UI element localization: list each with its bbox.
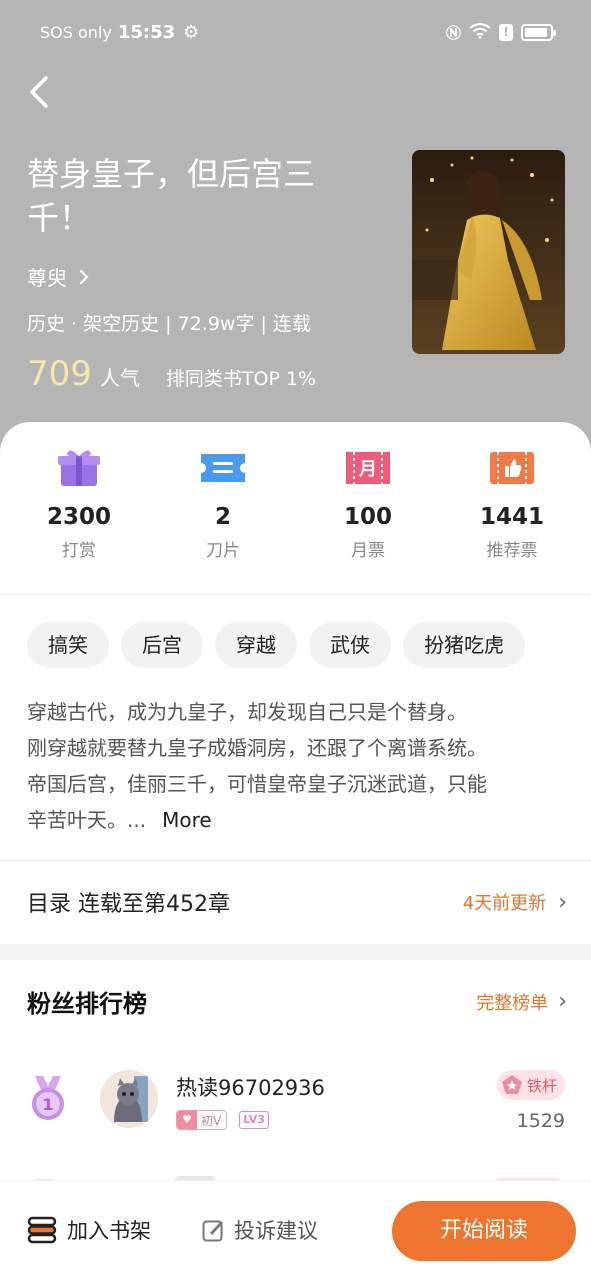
tag-item[interactable]: 搞笑 — [27, 622, 109, 668]
chevron-left-icon — [30, 76, 48, 108]
fan-name: 热读96702936 — [176, 1076, 325, 1100]
divider — [0, 594, 591, 595]
fan-title: 铁杆 — [526, 1076, 557, 1095]
vip-badge: ♥ 初V — [176, 1110, 228, 1130]
chevron-right-icon: › — [558, 889, 567, 915]
fan-ranking-title: 粉丝排行榜 — [27, 990, 147, 1018]
section-separator — [0, 944, 591, 960]
fan-rank-row[interactable]: 1 热读96702936 ♥ 初V LV3 铁杆 1529 — [27, 1070, 567, 1140]
tag-item[interactable]: 后宫 — [121, 622, 203, 668]
stat-blade[interactable]: 2 刀片 — [163, 448, 283, 561]
table-of-contents-row[interactable]: 目录 连载至第452章 4天前更新 › — [27, 882, 567, 922]
tag-list: 搞笑 后宫 穿越 武侠 扮猪吃虎 — [27, 622, 525, 668]
stats-row: 2300 打赏 2 刀片 月 100 月票 1441 推荐票 — [0, 448, 591, 568]
description-line: 穿越古代，成为九皇子，却发现自己只是个替身。 — [27, 700, 467, 724]
popularity-value: 709 — [27, 354, 92, 394]
star-badge-icon — [501, 1075, 522, 1094]
fan-ranking-header: 粉丝排行榜 完整榜单 › — [27, 984, 567, 1019]
wifi-icon — [469, 22, 491, 43]
feedback-button[interactable]: 投诉建议 — [202, 1215, 318, 1245]
monthly-ticket-icon: 月 — [344, 448, 392, 488]
full-list-link[interactable]: 完整榜单 › — [476, 989, 567, 1015]
tag-item[interactable]: 扮猪吃虎 — [403, 622, 525, 668]
carrier-text: SOS only — [40, 23, 112, 42]
stat-value: 2300 — [46, 504, 111, 530]
bottom-action-bar: 加入书架 投诉建议 开始阅读 — [0, 1180, 591, 1280]
more-link[interactable]: More — [162, 808, 212, 832]
book-title: 替身皇子，但后宫三千！ — [27, 155, 316, 237]
level-badge: LV3 — [239, 1111, 269, 1129]
cover-image — [412, 150, 565, 354]
status-bar: SOS only 15:53 ⚙ Ⓝ ! — [0, 0, 591, 66]
clock: 15:53 — [117, 22, 176, 43]
fan-title-badge: 铁杆 — [496, 1070, 565, 1100]
rank-number: 1 — [42, 1095, 53, 1114]
description-line: 辛苦叶天。... — [27, 808, 147, 832]
author-name: 尊臾 — [27, 266, 67, 290]
feedback-label: 投诉建议 — [234, 1219, 318, 1243]
stat-label: 刀片 — [206, 541, 240, 561]
back-button[interactable] — [22, 70, 62, 114]
bookshelf-icon — [27, 1216, 57, 1244]
detail-card: 2300 打赏 2 刀片 月 100 月票 1441 推荐票 搞笑 后宫 穿越 … — [0, 422, 591, 1280]
nfc-icon: Ⓝ — [445, 24, 461, 42]
chevron-right-icon: › — [558, 989, 567, 1014]
description-line: 刚穿越就要替九皇子成婚洞房，还跟了个离谱系统。 — [27, 736, 487, 760]
stat-value: 2 — [214, 504, 231, 530]
edit-icon — [202, 1220, 223, 1242]
book-cover[interactable] — [412, 150, 565, 354]
alert-icon: ! — [499, 24, 513, 41]
popularity-label: 人气 — [99, 366, 140, 390]
stat-recommend[interactable]: 1441 推荐票 — [452, 448, 572, 561]
stat-label: 推荐票 — [486, 541, 538, 561]
book-description[interactable]: 穿越古代，成为九皇子，却发现自己只是个替身。 刚穿越就要替九皇子成婚洞房，还跟了… — [27, 694, 567, 838]
popularity: 709 人气 排同类书TOP 1% — [27, 354, 316, 394]
tag-item[interactable]: 穿越 — [215, 622, 297, 668]
recommend-ticket-icon — [488, 448, 536, 488]
description-line: 帝国后宫，佳丽三千，可惜皇帝皇子沉迷武道，只能 — [27, 772, 487, 796]
chevron-right-icon — [79, 269, 89, 284]
stat-label: 打赏 — [62, 541, 96, 561]
stat-value: 1441 — [479, 504, 544, 530]
divider — [0, 860, 591, 861]
stat-label: 月票 — [351, 541, 385, 561]
battery-icon — [521, 24, 556, 41]
stat-value: 100 — [343, 504, 392, 530]
toc-updated: 4天前更新 — [462, 893, 547, 914]
tag-item[interactable]: 武侠 — [309, 622, 391, 668]
rank-medal-icon: 1 — [27, 1074, 69, 1122]
author-link[interactable]: 尊臾 — [27, 262, 91, 291]
toc-label: 目录 连载至第452章 — [27, 892, 230, 917]
svg-text:月: 月 — [358, 459, 377, 480]
vip-level: 初V — [201, 1113, 222, 1128]
blade-ticket-icon — [199, 448, 247, 488]
gear-icon: ⚙ — [183, 22, 200, 43]
gift-icon — [55, 448, 103, 488]
stat-monthly[interactable]: 月 100 月票 — [308, 448, 428, 561]
fan-score: 1529 — [516, 1110, 565, 1132]
rank-text[interactable]: 排同类书TOP 1% — [166, 364, 316, 391]
start-reading-button[interactable]: 开始阅读 — [392, 1201, 576, 1261]
add-to-shelf-button[interactable]: 加入书架 — [27, 1215, 151, 1245]
avatar[interactable] — [100, 1070, 158, 1128]
book-meta: 历史 · 架空历史 | 72.9w字 | 连载 — [27, 313, 311, 335]
full-list-label: 完整榜单 — [476, 992, 549, 1014]
add-to-shelf-label: 加入书架 — [67, 1219, 151, 1243]
stat-reward[interactable]: 2300 打赏 — [19, 448, 139, 561]
heart-icon: ♥ — [177, 1111, 197, 1129]
